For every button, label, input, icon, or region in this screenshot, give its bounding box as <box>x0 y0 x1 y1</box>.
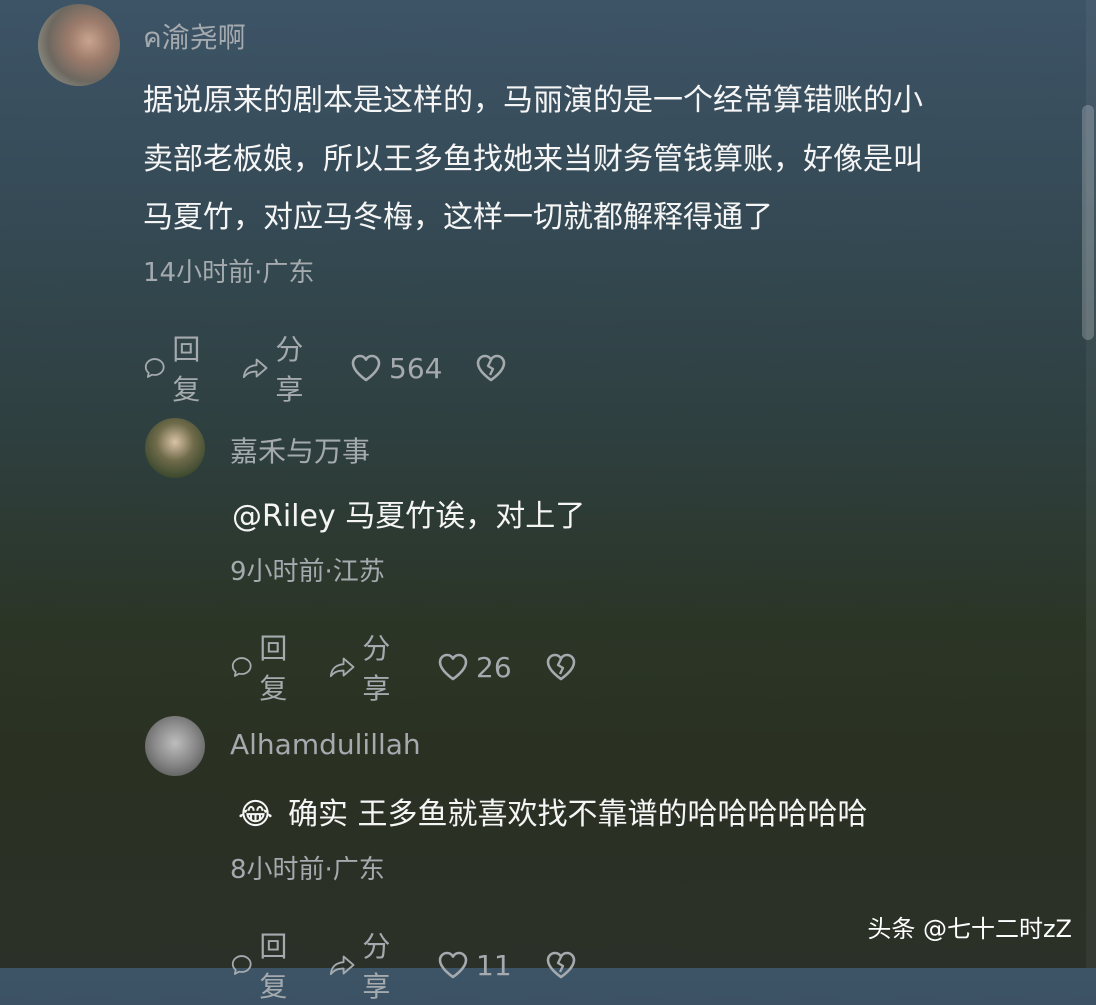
heart-icon <box>438 653 468 681</box>
dislike-button[interactable] <box>544 650 578 684</box>
comment-meta: 9小时前·江苏 <box>230 557 385 587</box>
broken-heart-icon <box>546 951 575 979</box>
share-label: 分享 <box>362 632 391 705</box>
like-button[interactable]: 26 <box>436 650 512 684</box>
speech-bubble-icon <box>231 955 252 975</box>
comment-actions: 回复 分享 564 <box>143 328 508 408</box>
comment-actions: 回复 分享 11 <box>230 925 578 1005</box>
dislike-button[interactable] <box>544 948 578 982</box>
heart-icon <box>351 354 381 382</box>
comment-text-line: 卖部老板娘，所以王多鱼找她来当财务管钱算账，好像是叫 <box>143 142 923 177</box>
share-arrow-icon <box>329 955 355 976</box>
comment-text-line: 据说原来的剧本是这样的，马丽演的是一个经常算错账的小 <box>143 83 923 118</box>
like-count: 26 <box>476 650 512 684</box>
share-arrow-icon <box>329 657 355 678</box>
speech-bubble-icon <box>144 358 165 378</box>
dislike-button[interactable] <box>474 351 508 385</box>
tears-of-joy-emoji: 😂 <box>238 797 274 832</box>
watermark: 头条 @七十二时zZ <box>867 915 1072 943</box>
username[interactable]: ค渝尧啊 <box>143 16 246 60</box>
username[interactable]: Alhamdulillah <box>230 728 421 761</box>
reply-button[interactable]: 回复 <box>143 328 211 408</box>
scrollbar-track[interactable] <box>1082 0 1096 968</box>
scrollbar-thumb[interactable] <box>1082 105 1094 340</box>
reply-label: 回复 <box>259 930 288 1003</box>
like-button[interactable]: 11 <box>436 948 512 982</box>
like-count: 564 <box>389 351 443 385</box>
comment-text-line: 马夏竹，对应马冬梅，这样一切就都解释得通了 <box>143 200 773 235</box>
avatar[interactable] <box>145 418 205 478</box>
broken-heart-icon <box>477 354 506 382</box>
like-button[interactable]: 564 <box>349 351 442 385</box>
share-label: 分享 <box>275 333 304 406</box>
comment-text-line: 😂 确实 王多鱼就喜欢找不靠谱的哈哈哈哈哈哈 <box>238 786 868 844</box>
share-label: 分享 <box>362 930 391 1003</box>
broken-heart-icon <box>546 653 575 681</box>
like-count: 11 <box>476 948 512 982</box>
heart-icon <box>438 951 468 979</box>
comment-text-line: @Riley 马夏竹诶，对上了 <box>232 499 586 534</box>
speech-bubble-icon <box>231 657 252 677</box>
share-button[interactable]: 分享 <box>328 627 402 707</box>
comment-meta: 14小时前·广东 <box>143 258 315 288</box>
comment-text: 确实 王多鱼就喜欢找不靠谱的哈哈哈哈哈哈 <box>288 797 868 832</box>
reply-label: 回复 <box>172 333 201 406</box>
avatar[interactable] <box>145 716 205 776</box>
share-button[interactable]: 分享 <box>241 328 315 408</box>
share-button[interactable]: 分享 <box>328 925 402 1005</box>
comment-actions: 回复 分享 26 <box>230 627 578 707</box>
reply-label: 回复 <box>259 632 288 705</box>
avatar[interactable] <box>38 4 120 86</box>
reply-button[interactable]: 回复 <box>230 925 298 1005</box>
username[interactable]: 嘉禾与万事 <box>230 430 370 470</box>
comment-meta: 8小时前·广东 <box>230 855 385 885</box>
share-arrow-icon <box>242 358 268 379</box>
reply-button[interactable]: 回复 <box>230 627 298 707</box>
